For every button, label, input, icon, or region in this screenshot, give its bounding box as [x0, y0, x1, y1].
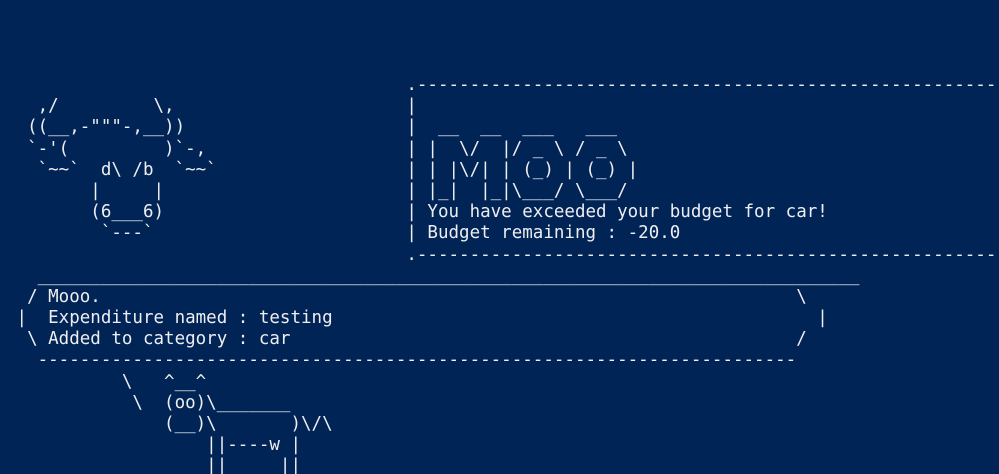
terminal-line: (6___6) | You have exceeded your budget … [6, 202, 999, 223]
terminal-line: ----------------------------------------… [6, 350, 797, 371]
terminal-line: / Mooo. \ [6, 286, 807, 307]
terminal-line: ||----w | [6, 435, 302, 456]
terminal-line: ,/ \, | | [6, 96, 999, 117]
terminal-line: `~~` d\ /b `~~` | | |\/| | (_) | (_) | | [6, 159, 999, 180]
terminal-line: `-'( )`-, | | \/ |/ _ \ / _ \ | [6, 138, 999, 159]
terminal-line: ________________________________________… [6, 265, 860, 286]
terminal-line: ((__,-"""-,__)) | __ __ ___ ___ | [6, 117, 999, 138]
terminal-line: `---` | Budget remaining : -20.0 | [6, 223, 999, 244]
powershell-terminal[interactable]: .---------------------------------------… [0, 0, 999, 474]
terminal-line: .---------------------------------------… [6, 75, 999, 95]
terminal-output: .---------------------------------------… [6, 75, 999, 474]
terminal-line: | Expenditure named : testing | [6, 308, 828, 329]
terminal-line: (__)\ )\/\ [6, 414, 333, 434]
terminal-line: \ Added to category : car / [6, 329, 807, 350]
terminal-line: | | | |_| |_|\___/ \___/ | [6, 180, 999, 201]
terminal-line: .---------------------------------------… [6, 244, 999, 265]
terminal-line: || || [6, 456, 302, 474]
terminal-line: \ ^__^ [6, 371, 207, 392]
terminal-line: \ (oo)\_______ [6, 392, 291, 413]
